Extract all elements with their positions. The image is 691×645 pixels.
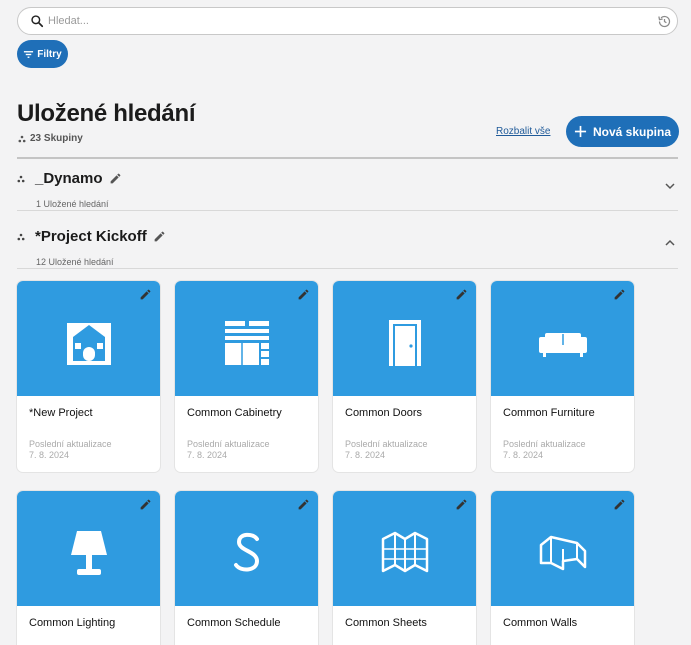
card-thumbnail — [175, 491, 318, 606]
filter-icon — [24, 50, 34, 58]
group-icon — [17, 233, 25, 240]
walls-icon — [539, 535, 586, 571]
updated-label: Poslední aktualizace — [503, 439, 586, 449]
history-icon[interactable] — [657, 14, 672, 29]
search-card[interactable]: Common Lighting — [17, 491, 160, 645]
search-card[interactable]: Common Schedule — [175, 491, 318, 645]
page-title: Uložené hledání — [17, 100, 196, 127]
schedule-icon — [233, 532, 259, 572]
group-header-project-kickoff[interactable]: *Project Kickoff — [17, 228, 166, 245]
group-count: 23 Skupiny — [18, 133, 83, 144]
new-group-label: Nová skupina — [592, 124, 672, 139]
card-name: Common Doors — [345, 407, 423, 419]
card-thumbnail — [17, 281, 160, 396]
updated-date: 7. 8. 2024 — [187, 450, 228, 460]
card-updated: Poslední aktualizace 7. 8. 2024 — [503, 439, 586, 461]
group-count-text: 23 Skupiny — [30, 133, 83, 144]
edit-pencil-icon[interactable] — [455, 498, 468, 511]
search-card[interactable]: *New Project Poslední aktualizace 7. 8. 2… — [17, 281, 160, 472]
search-bar[interactable] — [17, 7, 678, 35]
card-name: *New Project — [29, 407, 93, 419]
edit-pencil-icon[interactable] — [613, 288, 626, 301]
search-card[interactable]: Common Furniture Poslední aktualizace 7. … — [491, 281, 634, 472]
sheets-icon — [381, 531, 428, 573]
filters-label: Filtry — [37, 48, 62, 60]
edit-pencil-icon[interactable] — [297, 498, 310, 511]
card-thumbnail — [333, 491, 476, 606]
new-group-button[interactable]: Nová skupina — [566, 116, 679, 147]
search-input[interactable] — [48, 15, 657, 27]
expand-all-link[interactable]: Rozbalit vše — [496, 126, 550, 137]
card-name: Common Sheets — [345, 617, 427, 629]
search-card[interactable]: Common Doors Poslední aktualizace 7. 8. 2… — [333, 281, 476, 472]
card-thumbnail — [333, 281, 476, 396]
card-name: Common Schedule — [187, 617, 281, 629]
updated-date: 7. 8. 2024 — [345, 450, 386, 460]
edit-pencil-icon[interactable] — [455, 288, 468, 301]
cabinet-icon — [224, 321, 269, 366]
updated-label: Poslední aktualizace — [345, 439, 428, 449]
group-divider — [17, 210, 678, 211]
group-search-count: 12 Uložené hledání — [36, 257, 114, 267]
search-card[interactable]: Common Walls — [491, 491, 634, 645]
edit-pencil-icon[interactable] — [153, 230, 166, 243]
card-name: Common Cabinetry — [187, 407, 282, 419]
sofa-icon — [538, 333, 587, 358]
edit-pencil-icon[interactable] — [109, 172, 122, 185]
edit-pencil-icon[interactable] — [139, 498, 152, 511]
door-icon — [388, 320, 421, 367]
edit-pencil-icon[interactable] — [297, 288, 310, 301]
chevron-down-icon[interactable] — [664, 180, 676, 192]
group-divider — [17, 268, 678, 269]
card-thumbnail — [491, 281, 634, 396]
lamp-icon — [70, 531, 107, 576]
card-thumbnail — [491, 491, 634, 606]
card-name: Common Lighting — [29, 617, 116, 629]
search-card[interactable]: Common Sheets — [333, 491, 476, 645]
card-thumbnail — [175, 281, 318, 396]
header-divider — [17, 157, 678, 159]
card-name: Common Furniture — [503, 407, 595, 419]
house-icon — [66, 323, 111, 366]
updated-date: 7. 8. 2024 — [503, 450, 544, 460]
card-name: Common Walls — [503, 617, 578, 629]
updated-label: Poslední aktualizace — [29, 439, 112, 449]
updated-label: Poslední aktualizace — [187, 439, 270, 449]
card-updated: Poslední aktualizace 7. 8. 2024 — [187, 439, 270, 461]
search-icon — [31, 15, 44, 28]
plus-icon — [574, 125, 587, 138]
group-name: *Project Kickoff — [35, 228, 147, 245]
card-thumbnail — [17, 491, 160, 606]
group-header-dynamo[interactable]: _Dynamo — [17, 170, 122, 187]
updated-date: 7. 8. 2024 — [29, 450, 70, 460]
chevron-up-icon[interactable] — [664, 237, 676, 249]
search-card[interactable]: Common Cabinetry Poslední aktualizace 7. … — [175, 281, 318, 472]
group-name: _Dynamo — [35, 170, 103, 187]
group-icon — [17, 175, 25, 182]
card-updated: Poslední aktualizace 7. 8. 2024 — [29, 439, 112, 461]
filters-button[interactable]: Filtry — [17, 40, 68, 68]
group-icon — [18, 135, 26, 142]
edit-pencil-icon[interactable] — [139, 288, 152, 301]
group-search-count: 1 Uložené hledání — [36, 199, 109, 209]
edit-pencil-icon[interactable] — [613, 498, 626, 511]
card-updated: Poslední aktualizace 7. 8. 2024 — [345, 439, 428, 461]
